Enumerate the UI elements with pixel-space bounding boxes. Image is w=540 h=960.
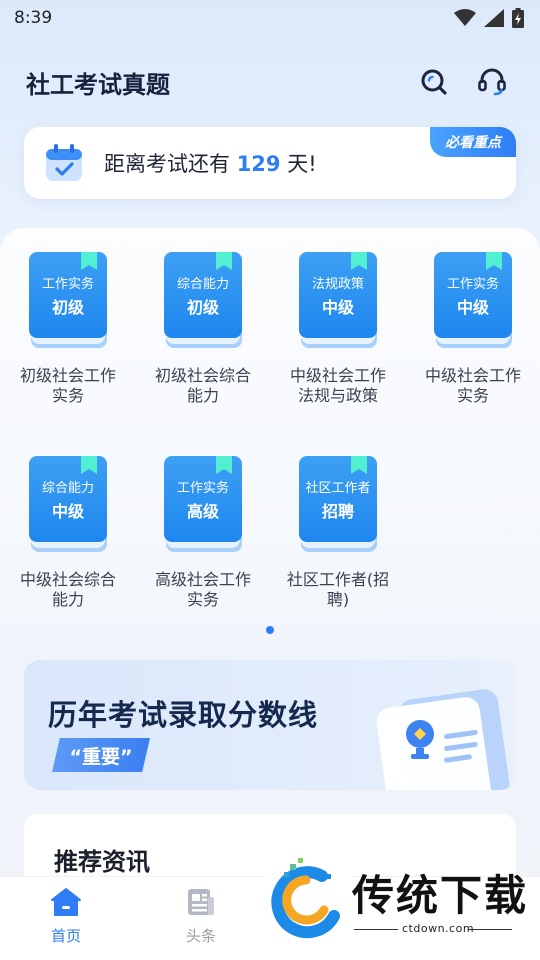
book-item[interactable]: 工作实务 中级 中级社会工作实务 [413, 252, 533, 406]
headset-icon [478, 68, 506, 96]
watermark-url: ctdown.com [402, 922, 475, 935]
exam-countdown-card[interactable]: 距离考试还有 129 天! 必看重点 [24, 127, 516, 199]
page-title: 社工考试真题 [26, 70, 170, 99]
status-bar: 8:39 [0, 0, 540, 36]
book-item[interactable]: 工作实务 高级 高级社会工作实务 [143, 456, 263, 610]
book-subject: 法规政策 [311, 277, 364, 292]
tab-home[interactable]: 首页 [26, 887, 106, 946]
bookmark-icon [81, 252, 97, 270]
battery-icon [512, 8, 524, 28]
book-cover-icon: 工作实务 高级 [164, 456, 242, 552]
book-caption: 中级社会工作实务 [424, 366, 521, 405]
news-icon [188, 889, 214, 915]
countdown-suffix: 天! [287, 152, 317, 176]
book-item[interactable]: 综合能力 中级 中级社会综合能力 [8, 456, 128, 610]
book-cover-icon: 社区工作者 招聘 [299, 456, 377, 552]
book-item[interactable]: 法规政策 中级 中级社会工作法规与政策 [278, 252, 398, 406]
score-banner-title: 历年考试录取分数线 [48, 698, 319, 732]
must-see-badge: 必看重点 [430, 127, 516, 157]
countdown-days: 129 [236, 152, 281, 176]
status-icons [454, 8, 524, 28]
search-icon [421, 69, 447, 95]
calendar-check-icon [46, 144, 82, 181]
wifi-icon [454, 9, 476, 26]
bookmark-icon [81, 456, 97, 474]
app-header: 社工考试真题 [0, 58, 540, 106]
book-subject: 综合能力 [176, 277, 229, 292]
book-level: 初级 [186, 298, 219, 317]
countdown-text: 距离考试还有 129 天! [104, 148, 317, 178]
book-cover-icon: 综合能力 中级 [29, 456, 107, 552]
book-cover-icon: 综合能力 初级 [164, 252, 242, 348]
customer-service-button[interactable] [470, 60, 514, 104]
book-item[interactable]: 工作实务 初级 初级社会工作实务 [8, 252, 128, 406]
book-subject: 社区工作者 [305, 481, 371, 496]
bookmark-icon [351, 456, 367, 474]
book-caption: 初级社会综合能力 [154, 366, 251, 405]
book-level: 招聘 [321, 502, 354, 521]
book-level: 中级 [321, 298, 354, 317]
trophy-document-icon [376, 689, 510, 790]
bookmark-icon [351, 252, 367, 270]
page-indicator-dot [266, 626, 274, 634]
book-level: 中级 [456, 298, 489, 317]
book-caption: 高级社会工作实务 [154, 570, 251, 609]
book-cover-icon: 工作实务 中级 [434, 252, 512, 348]
news-section-title: 推荐资讯 [54, 848, 150, 876]
important-badge: “重要” [52, 738, 150, 772]
watermark-text: 传统下载 [352, 871, 529, 920]
search-button[interactable] [412, 60, 456, 104]
book-level: 高级 [186, 502, 219, 521]
signal-icon [484, 9, 504, 27]
bookmark-icon [216, 456, 232, 474]
score-line-banner[interactable]: 历年考试录取分数线 “重要” [24, 660, 516, 790]
countdown-prefix: 距离考试还有 [104, 152, 230, 176]
ctdown-logo-icon [266, 850, 352, 950]
tab-home-label: 首页 [50, 927, 81, 945]
book-caption: 中级社会工作法规与政策 [289, 366, 386, 405]
book-cover-icon: 工作实务 初级 [29, 252, 107, 348]
book-level: 中级 [51, 502, 84, 521]
home-icon [51, 888, 81, 916]
book-item[interactable]: 综合能力 初级 初级社会综合能力 [143, 252, 263, 406]
book-caption: 社区工作者(招聘) [286, 570, 390, 609]
watermark: 传统下载 ctdown.com [264, 850, 540, 960]
book-level: 初级 [51, 298, 84, 317]
book-subject: 工作实务 [446, 277, 499, 292]
book-cover-icon: 法规政策 中级 [299, 252, 377, 348]
book-subject: 工作实务 [176, 481, 229, 496]
status-time: 8:39 [14, 8, 53, 28]
book-subject: 工作实务 [41, 277, 94, 292]
bookmark-icon [486, 252, 502, 270]
bookmark-icon [216, 252, 232, 270]
book-caption: 中级社会综合能力 [19, 570, 116, 609]
book-subject: 综合能力 [41, 481, 94, 496]
tab-headlines-label: 头条 [185, 927, 216, 945]
book-caption: 初级社会工作实务 [19, 366, 116, 405]
tab-headlines[interactable]: 头条 [161, 887, 241, 946]
book-item[interactable]: 社区工作者 招聘 社区工作者(招聘) [278, 456, 398, 610]
